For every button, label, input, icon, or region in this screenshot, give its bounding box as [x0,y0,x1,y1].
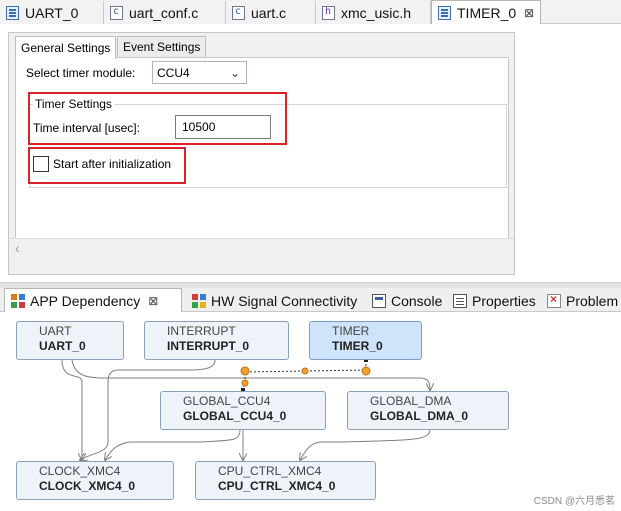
app-dependency-diagram: UART UART_0 INTERRUPT INTERRUPT_0 TIMER … [0,312,621,511]
timer-module-label: Select timer module: [26,66,136,80]
c-file-icon [232,5,245,20]
problems-icon [547,292,561,308]
edge-dma-cpu [300,429,431,460]
node-type: UART [39,324,72,338]
view-tab-label: Problem [566,292,619,309]
node-interrupt[interactable]: INTERRUPT INTERRUPT_0 [144,321,289,360]
time-interval-label: Time interval [usec]: [33,121,140,135]
h-file-icon [322,5,335,20]
node-type: GLOBAL_DMA [370,394,452,408]
time-interval-input[interactable]: 10500 [175,115,271,139]
node-instance: INTERRUPT_0 [167,339,250,353]
editor-tab-uart-conf[interactable]: uart_conf.c [104,1,226,24]
edge-ccu4-clock [105,429,241,460]
view-tab-label: APP Dependency [30,292,141,309]
settings-frame: General Settings Event Settings Select t… [8,32,515,275]
app-icon [6,5,19,20]
node-global-dma[interactable]: GLOBAL_DMA GLOBAL_DMA_0 [347,391,509,430]
node-cpu-ctrl-xmc4[interactable]: CPU_CTRL_XMC4 CPU_CTRL_XMC4_0 [195,461,376,500]
editor-tab-timer0[interactable]: TIMER_0 ⊠ [431,0,541,24]
node-uart[interactable]: UART UART_0 [16,321,124,360]
chevron-down-icon[interactable]: ⌄ [224,62,246,83]
tab-properties[interactable]: Properties [447,289,543,312]
node-timer[interactable]: TIMER TIMER_0 [309,321,422,360]
tab-event-settings[interactable]: Event Settings [117,36,207,58]
editor-tab-label: xmc_usic.h [341,4,412,21]
tab-hw-signal-connectivity[interactable]: HW Signal Connectivity [186,289,364,312]
node-instance: GLOBAL_CCU4_0 [183,409,287,423]
node-instance: CPU_CTRL_XMC4_0 [218,479,336,493]
tab-general-settings[interactable]: General Settings [15,36,117,59]
view-tab-label: Console [391,292,443,309]
selected-edge-timer-ccu4 [242,360,367,391]
c-file-icon [110,5,123,20]
editor-tab-strip: UART_0 uart_conf.c uart.c xmc_usic.h TIM… [0,0,621,24]
app-dependency-icon [11,293,25,308]
node-type: GLOBAL_CCU4 [183,394,271,408]
node-type: INTERRUPT [167,324,236,338]
editor-tab-label: UART_0 [25,4,79,21]
close-icon[interactable]: ⊠ [148,294,158,308]
node-global-ccu4[interactable]: GLOBAL_CCU4 GLOBAL_CCU4_0 [160,391,326,430]
start-after-init-label: Start after initialization [53,157,172,171]
view-tab-label: Properties [472,292,536,309]
node-instance: UART_0 [39,339,86,353]
editor-tab-xmc-usic[interactable]: xmc_usic.h [316,1,431,24]
console-icon [372,293,386,308]
horizontal-scrollbar[interactable]: ‹ [9,238,514,258]
editor-tab-uart-c[interactable]: uart.c [226,1,316,24]
start-after-init-checkbox[interactable] [33,156,49,172]
editor-tab-label: uart.c [251,4,287,21]
close-icon[interactable]: ⊠ [524,6,534,20]
node-clock-xmc4[interactable]: CLOCK_XMC4 CLOCK_XMC4_0 [16,461,174,500]
node-type: CPU_CTRL_XMC4 [218,464,322,478]
edge-uart-clock [61,359,82,460]
view-tab-label: HW Signal Connectivity [211,292,358,309]
tab-app-dependency[interactable]: APP Dependency ⊠ [4,288,182,312]
app-icon [438,5,451,20]
node-instance: TIMER_0 [332,339,383,353]
editor-tab-uart0[interactable]: UART_0 [0,1,104,24]
chevron-left-icon[interactable]: ‹ [15,240,20,256]
tab-console[interactable]: Console [366,289,446,312]
node-instance: CLOCK_XMC4_0 [39,479,136,493]
general-settings-panel: Select timer module: CCU4 ⌄ Timer Settin… [15,57,509,239]
view-tab-strip: APP Dependency ⊠ HW Signal Connectivity … [0,288,621,312]
hw-signal-icon [192,293,206,308]
node-type: CLOCK_XMC4 [39,464,121,478]
node-instance: GLOBAL_DMA_0 [370,409,469,423]
node-type: TIMER [332,324,370,338]
timer-module-select[interactable]: CCU4 ⌄ [152,61,247,84]
timer-module-value: CCU4 [157,65,190,80]
timer-settings-title: Timer Settings [33,97,114,111]
tab-problems[interactable]: Problem [541,289,621,312]
properties-icon [453,293,467,308]
watermark: CSDN @六月悉茗 [533,496,615,507]
editor-tab-label: TIMER_0 [457,4,517,21]
edge-uart-dma [71,359,430,390]
app-config-editor: General Settings Event Settings Select t… [0,24,621,282]
editor-tab-label: uart_conf.c [129,4,199,21]
